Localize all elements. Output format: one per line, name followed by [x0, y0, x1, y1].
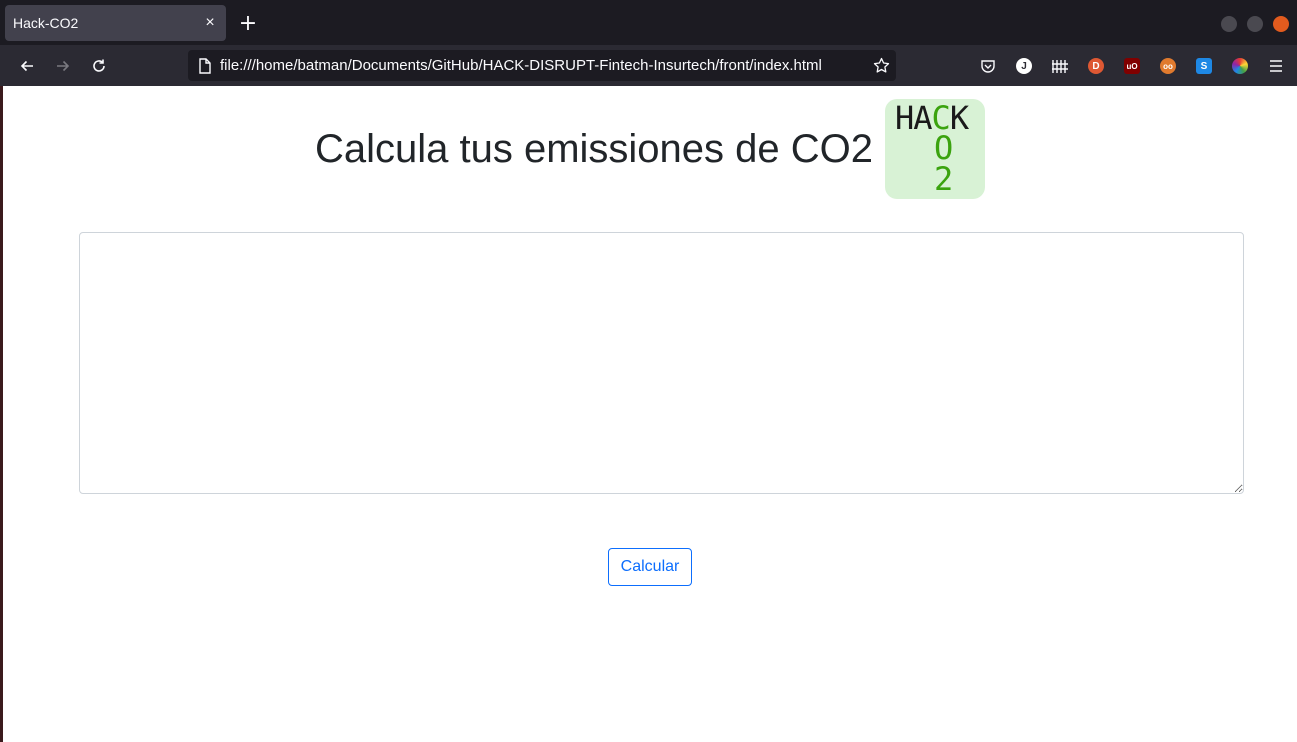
library-icon[interactable]: [1042, 53, 1078, 79]
emissions-textarea[interactable]: [79, 232, 1244, 494]
joplin-icon[interactable]: J: [1006, 53, 1042, 79]
tab-title: Hack-CO2: [13, 15, 79, 31]
forward-button[interactable]: [48, 51, 78, 81]
minimize-button[interactable]: [1221, 16, 1237, 32]
close-window-button[interactable]: [1273, 16, 1289, 32]
reload-icon: [93, 59, 105, 72]
tab-hack-co2[interactable]: Hack-CO2 ×: [5, 5, 226, 41]
back-button[interactable]: [12, 51, 42, 81]
page-title: Calcula tus emissiones de CO2: [314, 126, 874, 171]
header-row: Calcula tus emissiones de CO2 HACK O 2: [3, 98, 1297, 200]
calculate-button[interactable]: Calcular: [608, 548, 692, 586]
tab-strip: Hack-CO2 × +: [0, 0, 1297, 45]
duckduckgo-icon[interactable]: D: [1078, 53, 1114, 79]
privacy-badger-icon[interactable]: oo: [1150, 53, 1186, 79]
s-extension-icon[interactable]: S: [1186, 53, 1222, 79]
close-tab-icon[interactable]: ×: [196, 9, 224, 37]
maximize-button[interactable]: [1247, 16, 1263, 32]
ublock-origin-icon[interactable]: uO: [1114, 53, 1150, 79]
page-content: Calcula tus emissiones de CO2 HACK O 2 C…: [3, 86, 1297, 742]
pocket-icon[interactable]: [970, 53, 1006, 79]
reload-button[interactable]: [84, 51, 114, 81]
arrow-right-icon: [57, 60, 70, 72]
hack-co2-logo: HACK O 2: [885, 99, 986, 199]
page-icon: [190, 57, 220, 74]
color-picker-icon[interactable]: [1222, 53, 1258, 79]
arrow-left-icon: [20, 60, 33, 72]
bookmark-star-icon[interactable]: [866, 57, 896, 74]
url-text: file:///home/batman/Documents/GitHub/HAC…: [220, 57, 822, 74]
navigation-toolbar: file:///home/batman/Documents/GitHub/HAC…: [0, 45, 1297, 86]
url-bar[interactable]: file:///home/batman/Documents/GitHub/HAC…: [188, 50, 896, 81]
extension-toolbar: J D uO oo S: [970, 53, 1294, 79]
menu-icon[interactable]: [1258, 53, 1294, 79]
window-controls: [1221, 16, 1289, 32]
new-tab-button[interactable]: +: [234, 9, 262, 37]
